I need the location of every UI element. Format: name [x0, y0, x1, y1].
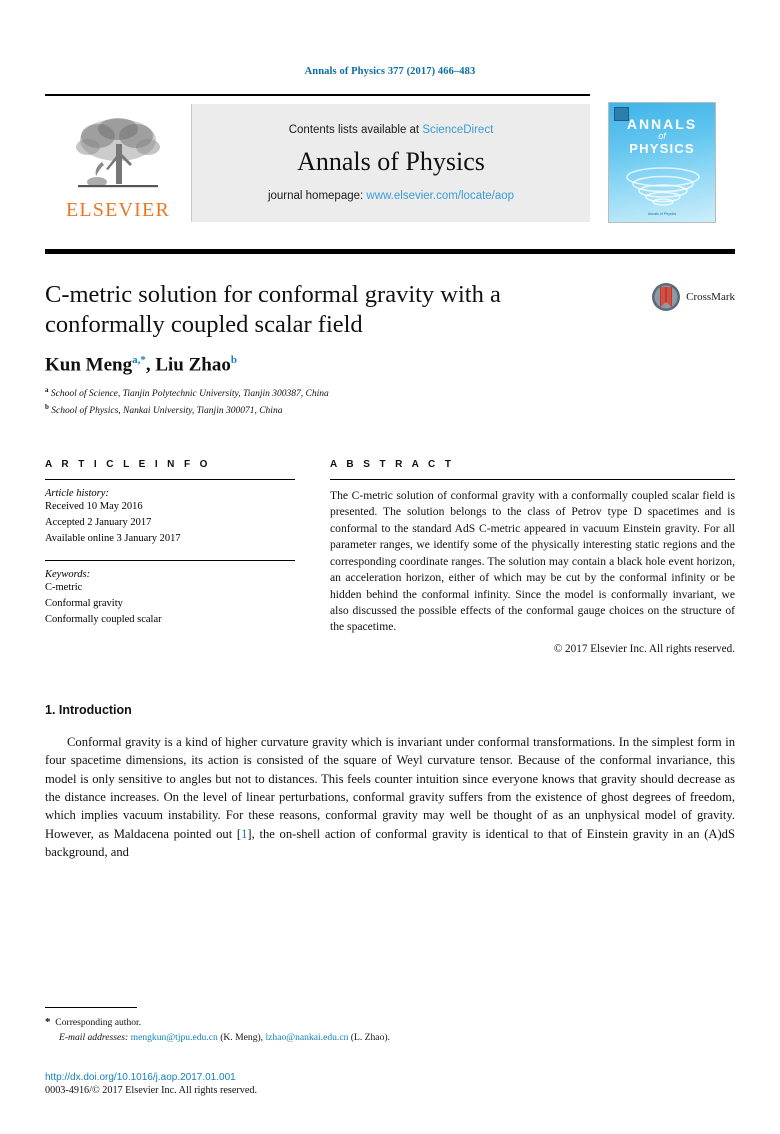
- masthead-top-rule: [45, 94, 590, 96]
- crossmark-icon: [652, 283, 681, 311]
- article-history-label: Article history:: [45, 487, 109, 499]
- affiliation-text-b: School of Physics, Nankai University, Ti…: [51, 406, 283, 417]
- keyword-item: Conformally coupled scalar: [45, 613, 162, 625]
- elsevier-tree-icon: [76, 118, 160, 188]
- author-separator: ,: [145, 354, 156, 376]
- journal-title: Annals of Physics: [297, 147, 485, 176]
- affiliation-a: a School of Science, Tianjin Polytechnic…: [45, 385, 735, 402]
- affiliation-text-a: School of Science, Tianjin Polytechnic U…: [50, 389, 329, 400]
- section-heading-introduction: 1. Introduction: [45, 702, 132, 717]
- contents-available-line: Contents lists available at ScienceDirec…: [289, 124, 494, 136]
- email-link-1[interactable]: mengkun@tjpu.edu.cn: [131, 1032, 218, 1043]
- journal-article-page: Annals of Physics 377 (2017) 466–483 ELS…: [0, 0, 780, 1134]
- article-info-column: A R T I C L E I N F O Article history: R…: [45, 459, 295, 655]
- author-marks-2: b: [230, 353, 237, 366]
- doi-link[interactable]: http://dx.doi.org/10.1016/j.aop.2017.01.…: [45, 1072, 735, 1083]
- elsevier-wordmark: ELSEVIER: [65, 199, 171, 221]
- abstract-copyright: © 2017 Elsevier Inc. All rights reserved…: [553, 642, 735, 655]
- journal-cover-thumbnail[interactable]: ANNALS of PHYSICS Annals of Physics: [608, 102, 716, 223]
- abstract-heading: A B S T R A C T: [330, 458, 455, 470]
- title-block: CrossMark C-metric solution for conforma…: [45, 280, 735, 419]
- journal-homepage-link[interactable]: www.elsevier.com/locate/aop: [366, 190, 514, 202]
- article-info-rule-top: [45, 478, 295, 480]
- cover-title-line1: ANNALS: [626, 116, 698, 132]
- affiliation-mark-b: b: [45, 402, 49, 411]
- email-link-2[interactable]: lzhao@nankai.edu.cn: [266, 1032, 349, 1043]
- info-abstract-block: A R T I C L E I N F O Article history: R…: [45, 459, 735, 655]
- keywords-label: Keywords:: [45, 568, 91, 580]
- abstract-column: A B S T R A C T The C-metric solution of…: [330, 459, 735, 655]
- issn-copyright-line: 0003-4916/© 2017 Elsevier Inc. All right…: [45, 1085, 258, 1096]
- history-received: Received 10 May 2016: [45, 500, 143, 512]
- elsevier-logo: ELSEVIER: [45, 104, 191, 222]
- journal-homepage-line: journal homepage: www.elsevier.com/locat…: [268, 190, 514, 202]
- article-info-rule-mid: [45, 559, 295, 561]
- affiliations: a School of Science, Tianjin Polytechnic…: [45, 385, 735, 419]
- intro-paragraph: Conformal gravity is a kind of higher cu…: [45, 733, 735, 862]
- history-available-online: Available online 3 January 2017: [45, 532, 181, 544]
- affiliation-b: b School of Physics, Nankai University, …: [45, 402, 735, 419]
- affiliation-mark-a: a: [45, 386, 49, 395]
- title-separator-rule: [45, 249, 735, 254]
- article-info-heading: A R T I C L E I N F O: [45, 458, 211, 470]
- body-content: 1. Introduction Conformal gravity is a k…: [45, 703, 735, 862]
- history-accepted: Accepted 2 January 2017: [45, 516, 152, 528]
- author-name-1[interactable]: Kun Meng: [45, 354, 132, 375]
- keyword-item: C-metric: [45, 581, 83, 593]
- footnote-rule: [45, 1006, 137, 1009]
- journal-masthead: ELSEVIER Contents lists available at Sci…: [45, 94, 735, 227]
- email-name-2: (L. Zhao).: [350, 1032, 390, 1044]
- contents-prefix: Contents lists available at: [288, 124, 420, 136]
- abstract-rule: [330, 478, 735, 480]
- contents-box: Contents lists available at ScienceDirec…: [191, 104, 590, 222]
- author-name-2[interactable]: Liu Zhao: [155, 354, 231, 375]
- intro-paragraph-part1: Conformal gravity is a kind of higher cu…: [45, 734, 735, 841]
- asterisk-icon: *: [45, 1016, 51, 1029]
- footnote-block: * Corresponding author. E-mail addresses…: [45, 1006, 735, 1047]
- cover-footer-text: Annals of Physics: [647, 212, 677, 216]
- email-label: E-mail addresses:: [59, 1032, 129, 1044]
- author-list: Kun Menga,*, Liu Zhaob: [45, 354, 735, 376]
- running-head: Annals of Physics 377 (2017) 466–483: [304, 66, 476, 77]
- corresponding-author-note: * Corresponding author.: [45, 1014, 735, 1031]
- crossmark-label: CrossMark: [686, 291, 735, 303]
- abstract-text: The C-metric solution of conformal gravi…: [330, 488, 735, 634]
- homepage-prefix: journal homepage:: [267, 190, 364, 202]
- corresponding-author-text: Corresponding author.: [55, 1017, 142, 1029]
- email-name-1: (K. Meng),: [220, 1032, 264, 1044]
- doi-block: http://dx.doi.org/10.1016/j.aop.2017.01.…: [45, 1072, 735, 1096]
- page-title: C-metric solution for conformal gravity …: [45, 281, 501, 338]
- sciencedirect-link[interactable]: ScienceDirect: [422, 124, 493, 136]
- crossmark-badge[interactable]: CrossMark: [651, 282, 735, 312]
- author-marks-1: a,*: [132, 353, 146, 366]
- keyword-item: Conformal gravity: [45, 597, 123, 609]
- email-addresses-note: E-mail addresses: mengkun@tjpu.edu.cn (K…: [45, 1031, 735, 1046]
